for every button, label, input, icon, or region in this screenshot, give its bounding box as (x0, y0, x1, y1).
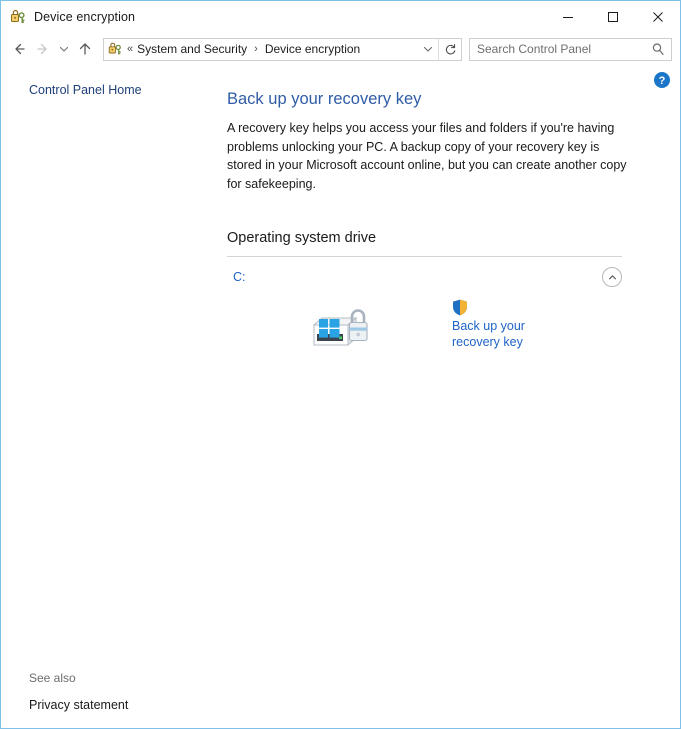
minimize-icon (562, 17, 573, 18)
breadcrumb-item-device-encryption[interactable]: Device encryption (263, 41, 362, 57)
recent-locations-button[interactable] (55, 36, 73, 62)
page-description: A recovery key helps you access your fil… (227, 121, 627, 191)
search-button[interactable] (645, 39, 671, 60)
chevron-up-circle-icon (608, 274, 616, 279)
breadcrumb-item-system-and-security[interactable]: System and Security (135, 41, 249, 57)
section-heading: Operating system drive (227, 230, 377, 246)
refresh-button[interactable] (438, 38, 461, 60)
search-input[interactable] (470, 42, 645, 56)
address-dropdown-button[interactable] (418, 39, 438, 60)
breadcrumb-overflow-chevrons[interactable]: « (127, 43, 135, 55)
navigation-bar: « System and Security › Device encryptio… (1, 33, 680, 65)
back-up-recovery-key-action[interactable]: Back up your recovery key (452, 299, 622, 350)
maximize-button[interactable] (590, 1, 635, 33)
search-icon (652, 43, 664, 55)
windows-drive-unlocked-icon (308, 301, 372, 351)
maximize-icon (607, 12, 618, 22)
minimize-button[interactable] (545, 1, 590, 33)
drive-header-row: C: (227, 257, 622, 287)
back-up-recovery-key-label: Back up your recovery key (452, 319, 525, 349)
refresh-icon (445, 43, 455, 54)
sidebar: Control Panel Home See also Privacy stat… (1, 65, 221, 728)
uac-shield-icon (453, 299, 467, 316)
help-question-icon: ? (654, 72, 670, 88)
back-arrow-icon (15, 43, 25, 55)
close-button[interactable] (635, 1, 680, 33)
breadcrumb: « System and Security › Device encryptio… (127, 41, 418, 57)
page-title: Back up your recovery key (227, 90, 422, 108)
up-button[interactable] (73, 36, 97, 62)
forward-button[interactable] (31, 36, 55, 62)
svg-text:?: ? (659, 75, 666, 87)
bitlocker-lock-key-icon (9, 8, 27, 26)
window-title: Device encryption (34, 10, 136, 24)
drive-label-c[interactable]: C: (233, 269, 246, 285)
window-controls (545, 1, 680, 33)
title-bar: Device encryption (1, 1, 680, 33)
see-also-heading: See also (29, 671, 76, 685)
operating-system-drive-section: Operating system drive C: Back up your r… (227, 229, 622, 351)
help-button[interactable]: ? (653, 71, 671, 89)
chevron-down-icon (59, 46, 69, 52)
content-inner: Back up your recovery key A recovery key… (221, 65, 680, 351)
drive-actions: Back up your recovery key (452, 299, 622, 350)
close-icon (652, 12, 663, 22)
see-also-item-privacy-statement[interactable]: Privacy statement (1, 688, 221, 716)
sidebar-item-control-panel-home[interactable]: Control Panel Home (1, 79, 221, 101)
breadcrumb-separator[interactable]: › (249, 43, 263, 55)
chevron-down-icon (423, 46, 433, 52)
content-pane: ? Back up your recovery key A recovery k… (221, 65, 680, 728)
device-encryption-window: Device encryption « System and Security … (0, 0, 681, 729)
forward-arrow-icon (37, 43, 47, 55)
up-arrow-icon (79, 43, 91, 55)
see-also-section: See also Privacy statement (1, 668, 221, 716)
drive-body: Back up your recovery key (227, 287, 622, 351)
body-area: Control Panel Home See also Privacy stat… (1, 65, 680, 728)
collapse-drive-button[interactable] (602, 267, 622, 287)
bitlocker-lock-key-icon (107, 41, 123, 57)
drive-icon-cell (227, 299, 452, 351)
back-button[interactable] (7, 36, 31, 62)
search-box[interactable] (469, 37, 672, 61)
address-bar[interactable]: « System and Security › Device encryptio… (103, 37, 462, 61)
